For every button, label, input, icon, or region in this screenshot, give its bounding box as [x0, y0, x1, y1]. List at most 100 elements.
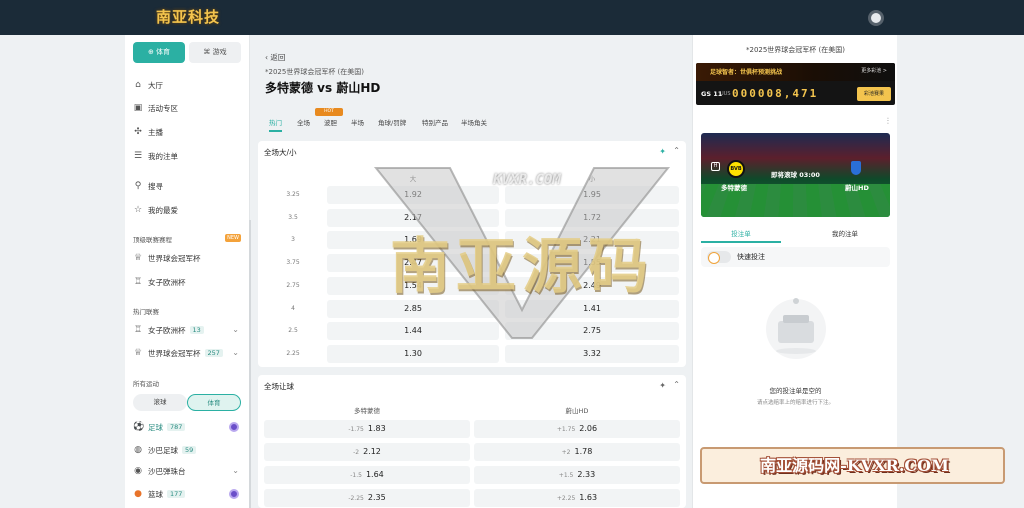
away-handicap-odds-button[interactable]: +1.5 2.33: [474, 466, 680, 484]
under-odds-button[interactable]: 2.49: [505, 276, 679, 295]
ou-line-value: 2.5: [288, 327, 298, 335]
over-odds-button[interactable]: 1.54: [327, 276, 499, 295]
under-odds-button[interactable]: 2.21: [505, 231, 679, 250]
pin-icon[interactable]: ✦: [659, 147, 666, 156]
more-pools-link[interactable]: 更多彩池 >: [861, 67, 887, 74]
pinball-icon: ◉: [134, 466, 142, 476]
games-switch-button[interactable]: ⌘ 游戏: [189, 42, 241, 63]
over-odds-button[interactable]: 1.44: [327, 322, 499, 341]
tab-my-bets[interactable]: 我的注单: [805, 225, 885, 243]
sports-switch-button[interactable]: ⊕ 体育: [133, 42, 185, 63]
tab-corners-cards[interactable]: 角球/罚牌: [378, 114, 406, 132]
pool-results-button[interactable]: 彩池赛果: [857, 87, 891, 101]
away-handicap-odds-button[interactable]: +2 1.78: [474, 443, 680, 461]
over-odds-button[interactable]: 2.85: [327, 299, 499, 318]
sidebar-item-basketball[interactable]: ● 篮球 177: [133, 486, 186, 502]
under-odds-button[interactable]: 1.72: [505, 208, 679, 227]
sidebar-item-hot-womens-euro[interactable]: ♖ 女子欧洲杯 13: [133, 322, 241, 338]
over-odds-button[interactable]: 2.47: [327, 254, 499, 273]
sidebar-item-search[interactable]: ⚲ 搜寻: [133, 178, 163, 194]
over-odds-button[interactable]: 1.30: [327, 344, 499, 363]
trophy-icon: ♕: [133, 253, 143, 263]
betslip-column: *2025世界球会冠军杯 (在美国) 足球智者：世俱杯预测挑战 更多彩池 > G…: [692, 35, 897, 508]
sidebar-item-saba-football[interactable]: ◍ 沙巴足球 59: [133, 442, 197, 458]
right-league-name: *2025世界球会冠军杯 (在美国): [745, 46, 845, 54]
tab-correct-score[interactable]: 波胆: [324, 114, 337, 132]
tab-half-time[interactable]: 半场: [351, 114, 364, 132]
live-toggle-button[interactable]: 滚球: [133, 394, 187, 411]
over-odds-button[interactable]: 2.17: [327, 208, 499, 227]
home-icon: ⌂: [135, 80, 141, 90]
site-logo[interactable]: 南亚科技: [150, 6, 226, 28]
tab-hot[interactable]: 热门: [269, 114, 282, 132]
under-odds-button[interactable]: 2.75: [505, 322, 679, 341]
handicap-line: -2.25: [348, 495, 364, 502]
over-odds-button[interactable]: 1.69: [327, 231, 499, 250]
sidebar-item-label: 女子欧洲杯: [148, 325, 186, 335]
jackpot-promo-banner[interactable]: 足球智者：世俱杯预测挑战 更多彩池 > GS 11 UUS 000008,471…: [696, 63, 895, 105]
chevron-down-icon[interactable]: ⌄: [232, 325, 239, 334]
odds-value: 2.35: [367, 493, 386, 502]
hot-leagues-title: 热门联赛: [133, 308, 159, 316]
sidebar-item-hot-club-world-cup[interactable]: ♕ 世界球会冠军杯 257: [133, 345, 241, 361]
home-handicap-odds-button[interactable]: -1.5 1.64: [264, 466, 470, 484]
under-odds-button[interactable]: 1.95: [505, 186, 679, 204]
sidebar-item-football[interactable]: ⚽ 足球 787: [133, 419, 186, 435]
sport-count: 177: [167, 490, 186, 498]
sidebar: ⊕ 体育 ⌘ 游戏 ⌂ 大厅 ▣ 活动专区 ✣ 主播 ☰ 我的注单 ⚲ 搜寻 ☆ 我的最爱 …: [125, 35, 251, 508]
empty-betslip-title: 您的投注单是空的: [769, 387, 822, 395]
sidebar-item-lobby[interactable]: ⌂ 大厅: [133, 77, 163, 93]
chevron-up-icon[interactable]: ⌃: [673, 380, 680, 389]
chevron-up-icon[interactable]: ⌃: [673, 146, 680, 155]
stats-icon[interactable]: ⫶: [887, 117, 889, 127]
away-handicap-odds-button[interactable]: +2.25 1.63: [474, 489, 680, 507]
pin-icon[interactable]: ✦: [659, 381, 666, 390]
handicap-line: -2: [353, 449, 360, 456]
sidebar-item-saba-pinball[interactable]: ◉ 沙巴弹珠台: [133, 463, 241, 479]
quick-bet-row: 快速投注: [701, 247, 890, 267]
tab-betslip[interactable]: 投注单: [701, 225, 781, 243]
away-handicap-odds-button[interactable]: +1.75 2.06: [474, 420, 680, 438]
handicap-panel: 全场让球 ✦ ⌃ 多特蒙德 蔚山HD -1.75 1.83 +1.75 2.06 -2 2…: [258, 375, 686, 508]
sidebar-item-my-bets[interactable]: ☰ 我的注单: [133, 148, 178, 164]
back-link[interactable]: ‹ 返回: [265, 52, 285, 63]
new-badge: NEW: [225, 234, 241, 242]
home-handicap-odds-button[interactable]: -2 2.12: [264, 443, 470, 461]
sidebar-item-favorites[interactable]: ☆ 我的最爱: [133, 202, 178, 218]
under-odds-button[interactable]: 1.41: [505, 299, 679, 318]
sidebar-item-womens-euro[interactable]: ♖ 女子欧洲杯: [133, 274, 186, 290]
match-detail: ‹ 返回 *2025世界球会冠军杯 (在美国) 多特蒙德 vs 蔚山HD 热门 …: [258, 44, 686, 508]
sidebar-item-label: 我的注单: [148, 151, 178, 161]
top-leagues-title: 顶级联赛赛程: [133, 236, 172, 244]
home-handicap-odds-button[interactable]: -1.75 1.83: [264, 420, 470, 438]
trophy-icon: ♖: [133, 325, 143, 335]
gamepad-icon: ⌘: [203, 48, 213, 56]
watermark-banner: 南亚源码网-KVXR.COM: [700, 447, 1005, 484]
under-odds-button[interactable]: 1.55: [505, 254, 679, 273]
under-odds-button[interactable]: 3.32: [505, 344, 679, 363]
handicap-line: +1.5: [558, 472, 574, 479]
quick-bet-toggle[interactable]: [707, 251, 731, 264]
sidebar-item-label: 我的最爱: [148, 205, 178, 215]
tab-specials[interactable]: 特别产品: [422, 114, 448, 132]
sidebar-scrollbar[interactable]: [249, 220, 251, 508]
over-odds-button[interactable]: 1.92: [327, 186, 499, 204]
sports-switch-label: 体育: [156, 48, 171, 56]
handicap-line: -1.5: [350, 472, 362, 479]
odds-value: 1.78: [574, 447, 593, 456]
sidebar-item-club-world-cup[interactable]: ♕ 世界球会冠军杯: [133, 250, 201, 266]
sidebar-item-streamer[interactable]: ✣ 主播: [133, 124, 163, 140]
sports-toggle-button[interactable]: 体育: [187, 394, 241, 411]
tab-half-corners[interactable]: 半场角关: [461, 114, 487, 132]
home-handicap-odds-button[interactable]: -2.25 2.35: [264, 489, 470, 507]
football-icon: ◍: [134, 445, 142, 455]
sidebar-item-promotions[interactable]: ▣ 活动专区: [133, 100, 178, 116]
trophy-icon: ♖: [133, 277, 143, 287]
ou-line-value: 2.25: [286, 349, 300, 357]
user-avatar-icon[interactable]: [868, 10, 884, 26]
league-count: 257: [204, 349, 223, 357]
handicap-line: +1.75: [556, 426, 576, 433]
chevron-down-icon[interactable]: ⌄: [232, 466, 239, 475]
chevron-down-icon[interactable]: ⌄: [232, 348, 239, 357]
tab-full-time[interactable]: 全场: [297, 114, 310, 132]
